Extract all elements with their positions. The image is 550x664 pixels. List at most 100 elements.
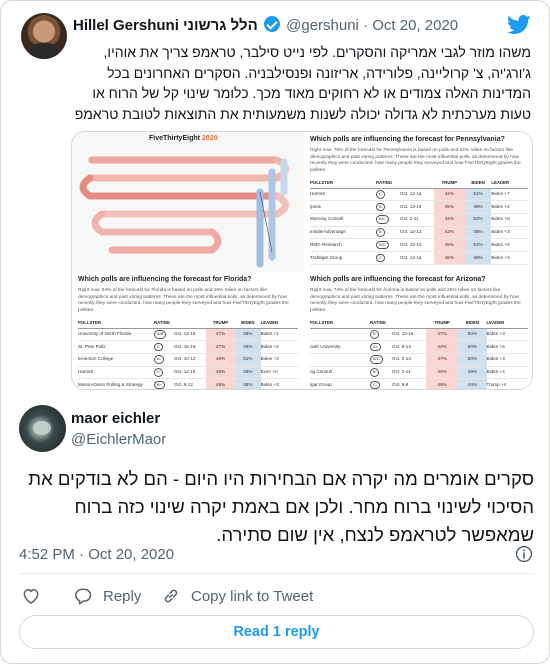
- biden-pct-cell: 51%: [464, 188, 492, 202]
- trump-pct-cell: 45%: [434, 238, 465, 252]
- rating-cell: B/C: [376, 213, 400, 227]
- state-snake-graphic: [79, 156, 289, 268]
- tweet-text-line: הסיכוי לשינוי ברוח מחר. ולכן אם באמת יקר…: [74, 496, 534, 517]
- pollster-cell: InsiderAdvantage: [310, 226, 376, 240]
- biden-pct-cell: 44%: [458, 378, 487, 389]
- tweet-text-line: שמאפשר לטראמפ לנצח, אין שום סתירה.: [216, 524, 534, 545]
- trump-pct-cell: 45%: [434, 251, 465, 265]
- date-cell: Oct. 13-19: [400, 200, 434, 214]
- poll-row: lgar Group C- Oct. 6-8 48% 44% Trump +4: [310, 378, 528, 389]
- trump-pct-cell: 47%: [426, 328, 459, 342]
- trump-pct-cell: 47%: [426, 353, 459, 367]
- trump-pct-cell: 44%: [434, 213, 465, 227]
- poll-row: Ipsos B Oct. 13-19 45% 49% Biden +4: [310, 200, 528, 214]
- biden-pct-cell: 50%: [458, 340, 487, 354]
- leader-cell: Biden +3: [486, 353, 528, 367]
- pollster-cell: Ipsos: [310, 200, 376, 214]
- leader-cell: Biden +5: [486, 340, 528, 354]
- quoted-text-line: משהו מוזר לגבי אמריקה והסקרים. לפי נייט …: [103, 44, 531, 60]
- panel-description: Right now, 84% of the forecast for Flori…: [78, 288, 289, 313]
- info-icon[interactable]: [515, 545, 533, 563]
- rating-cell: A/B: [154, 328, 174, 342]
- trump-pct-cell: 45%: [434, 200, 465, 214]
- quoted-tweet-text: משהו מוזר לגבי אמריקה והסקרים. לפי נייט …: [73, 42, 531, 124]
- biden-pct-cell: 49%: [235, 340, 261, 354]
- pollster-cell: Mason-Dixon Polling & Strategy: [78, 378, 154, 389]
- panel-description: Right now, 78% of the forecast for Penns…: [310, 148, 521, 173]
- leader-cell: Biden +3: [491, 251, 528, 265]
- date-cell: Oct. 8-12: [174, 378, 206, 389]
- date-cell: Oct. 10-12: [174, 353, 206, 367]
- poll-row: InsiderAdvantage B Oct. 12-13 43% 46% Biden +…: [310, 226, 528, 240]
- biden-pct-cell: 48%: [235, 378, 261, 389]
- trump-pct-cell: 48%: [206, 366, 236, 380]
- pollster-cell: Emerson College: [78, 353, 154, 367]
- rating-cell: B: [370, 366, 392, 380]
- quoted-author-avatar[interactable]: [21, 13, 67, 59]
- rating-cell: C: [376, 188, 400, 202]
- poll-row: outh University A+ Oct. 9-13 44% 50% Biden +5: [310, 340, 528, 354]
- rating-cell: C: [154, 340, 174, 354]
- author-name[interactable]: maor eichler: [71, 410, 160, 427]
- date-cell: Oct. 2-11: [400, 213, 434, 227]
- panel-title: Which polls are influencing the forecast…: [78, 276, 252, 283]
- poll-row: St. Pete Polls C Oct. 15-19 47% 49% Biden +2: [78, 340, 298, 354]
- pollster-cell: HarrisX: [78, 366, 154, 380]
- poll-row: HarrisX C Oct. 12-16 44% 51% Biden +7: [310, 188, 528, 202]
- copy-link-button[interactable]: Copy link to Tweet: [161, 586, 313, 606]
- quoted-tweet-image[interactable]: FiveThirtyEight 2020 Which polls are inf…: [71, 131, 533, 390]
- rating-cell: B/C: [370, 353, 392, 367]
- trump-pct-cell: 44%: [426, 340, 459, 354]
- rating-cell: C-: [370, 378, 392, 389]
- date-cell: Oct. 12-16: [400, 188, 434, 202]
- quoted-tweet-header: Hillel Gershuni הלל גרשוני @gershuni · O…: [73, 16, 458, 34]
- header-separator: ·: [363, 17, 369, 34]
- date-cell: Oct. 2-14: [392, 353, 426, 367]
- leader-cell: Biden +8: [491, 213, 528, 227]
- panel-title: Which polls are influencing the forecast…: [310, 136, 505, 143]
- quoted-author-name[interactable]: Hillel Gershuni הלל גרשוני: [73, 17, 258, 34]
- leader-cell: Biden +3: [260, 378, 298, 389]
- az-polls-table: POLLSTER RATING TRUMP BIDEN LEADER B Oct.…: [310, 319, 528, 389]
- leader-cell: Biden +7: [491, 188, 528, 202]
- trump-pct-cell: 48%: [206, 353, 236, 367]
- pollster-cell: lgar Group: [310, 378, 370, 389]
- reply-button[interactable]: Reply: [73, 586, 141, 606]
- twitter-bird-icon[interactable]: [507, 15, 531, 35]
- poll-row: University of North Florida A/B Oct. 12-16…: [78, 328, 298, 342]
- poll-row: B/C Oct. 2-14 47% 50% Biden +3: [310, 353, 528, 367]
- date-cell: Oct. 10-16: [392, 328, 426, 342]
- like-button[interactable]: [21, 586, 51, 606]
- biden-pct-cell: 48%: [235, 328, 261, 342]
- fl-polls-table: POLLSTER RATING TRUMP BIDEN LEADER Unive…: [78, 319, 298, 389]
- leader-cell: Biden +3: [491, 226, 528, 240]
- quoted-tweet-date[interactable]: Oct 20, 2020: [372, 17, 458, 34]
- read-replies-button[interactable]: Read 1 reply: [19, 615, 534, 649]
- author-avatar[interactable]: [19, 405, 66, 452]
- rating-cell: B+: [154, 378, 174, 389]
- leader-cell: Biden +4: [486, 366, 528, 380]
- biden-pct-cell: 51%: [235, 353, 261, 367]
- rating-cell: B: [376, 200, 400, 214]
- date-cell: Oct. 6-8: [392, 378, 426, 389]
- tweet-text-line: סקרים אומרים מה יקרה אם הבחירות היו היום…: [28, 468, 534, 489]
- poll-row: RMG Research B/C Oct. 13-15 45% 51% Biden +6: [310, 238, 528, 252]
- panel-title: Which polls are influencing the forecast…: [310, 276, 486, 283]
- author-handle[interactable]: @EichlerMaor: [71, 431, 166, 448]
- fl-polls-panel: Which polls are influencing the forecast…: [72, 272, 304, 389]
- rating-cell: C: [154, 366, 174, 380]
- trump-pct-cell: 47%: [206, 328, 236, 342]
- quoted-author-handle[interactable]: @gershuni: [286, 17, 359, 34]
- pollster-cell: Morning Consult: [310, 213, 376, 227]
- date-cell: Oct. 14-16: [400, 251, 434, 265]
- date-cell: Oct. 12-16: [174, 328, 206, 342]
- verified-badge-icon: [263, 16, 280, 32]
- date-cell: Oct. 15-19: [174, 340, 206, 354]
- leader-cell: Biden +4: [491, 200, 528, 214]
- pa-polls-table: POLLSTER RATING TRUMP BIDEN LEADER Harri…: [310, 179, 528, 265]
- tweet-embed-card: Hillel Gershuni הלל גרשוני @gershuni · O…: [0, 0, 550, 664]
- poll-row: Trafalgar Group C Oct. 14-16 45% 48% Biden +3: [310, 251, 528, 265]
- poll-row: ng Consult B Oct. 2-11 45% 49% Biden +4: [310, 366, 528, 380]
- date-cell: Oct. 2-11: [392, 366, 426, 380]
- tweet-timestamp[interactable]: 4:52 PM · Oct 20, 2020: [19, 546, 174, 563]
